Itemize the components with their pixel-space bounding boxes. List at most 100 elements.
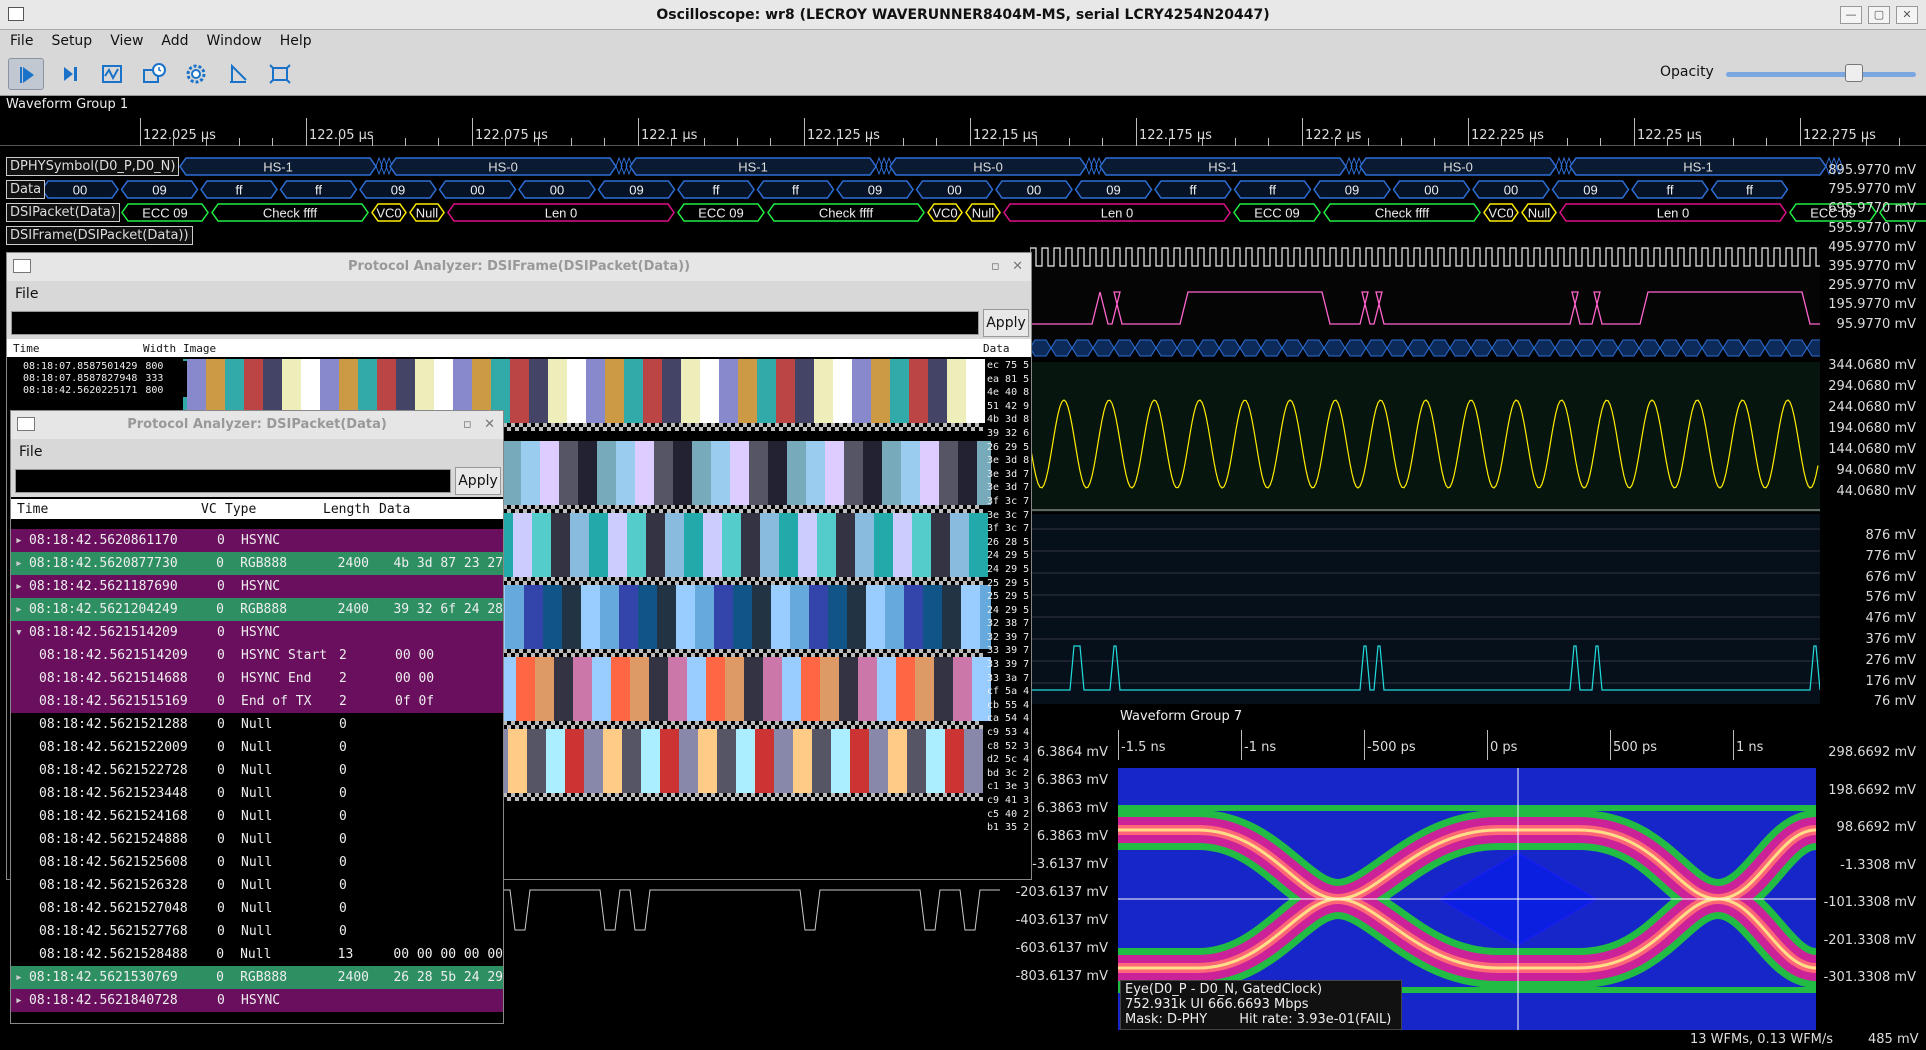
packet-filter-input[interactable] <box>15 469 451 493</box>
table-row[interactable]: 08:18:42.5621524168 0 Null 0 <box>11 805 503 828</box>
frame-table-header: Time Width Image Data <box>7 339 1031 357</box>
table-row[interactable]: 08:18:42.5621514688 0 HSYNC End 2 00 00 <box>11 667 503 690</box>
table-row[interactable]: 08:18:42.5621525608 0 Null 0 <box>11 851 503 874</box>
expand-toggle-icon[interactable]: ▾ <box>11 625 27 640</box>
frame-analyzer-menu-file[interactable]: File <box>7 281 1031 307</box>
table-row[interactable]: ▸ 08:18:42.5620861170 0 HSYNC <box>11 529 503 552</box>
packet-segment-label: Check ffff <box>819 206 874 221</box>
table-row[interactable]: 08:18:42.5621522728 0 Null 0 <box>11 759 503 782</box>
channel-label-dphysymbol[interactable]: DPHYSymbol(D0_P,D0_N) <box>6 157 180 176</box>
frame-filter-input[interactable] <box>11 311 979 335</box>
checker <box>575 577 579 581</box>
checker <box>735 649 739 653</box>
checker <box>899 581 903 585</box>
table-row[interactable]: ▸ 08:18:42.5621204249 0 RGB888 2400 39 32 6f … <box>11 598 503 621</box>
data-byte-label: 00 <box>1424 183 1438 198</box>
image-stripe <box>733 585 752 649</box>
single-trigger-button[interactable] <box>52 58 88 90</box>
menu-view[interactable]: View <box>110 30 143 52</box>
table-row[interactable]: ▸ 08:18:42.5621840728 0 HSYNC <box>11 989 503 1012</box>
checker <box>975 423 979 427</box>
table-row[interactable]: ▸ 08:18:42.5621530769 0 RGB888 2400 26 28 5b … <box>11 966 503 989</box>
maximize-icon[interactable]: ▫ <box>463 417 472 432</box>
col-type[interactable]: Type <box>225 502 323 517</box>
col-data[interactable]: Data <box>379 502 410 517</box>
lower-waveform-area[interactable] <box>500 870 1000 940</box>
expand-toggle-icon[interactable]: ▸ <box>11 970 27 985</box>
fullscreen-button[interactable] <box>262 58 298 90</box>
measure-button[interactable] <box>220 58 256 90</box>
table-row[interactable]: 08:18:42.5621514209 0 HSYNC Start 2 00 00 <box>11 644 503 667</box>
expand-toggle-icon[interactable]: ▸ <box>11 533 27 548</box>
close-button[interactable]: ✕ <box>1896 6 1918 24</box>
table-row[interactable]: 08:18:42.5621524888 0 Null 0 <box>11 828 503 851</box>
table-row[interactable]: 08:18:42.5621521288 0 Null 0 <box>11 713 503 736</box>
checker <box>951 423 955 427</box>
close-icon[interactable]: ✕ <box>1012 259 1023 274</box>
table-row[interactable]: 08:18:42.5621523448 0 Null 0 <box>11 782 503 805</box>
row-data: 39 32 6f 24 28 <box>393 602 503 617</box>
packet-table-body[interactable]: ▸ 08:18:42.5620861170 0 HSYNC ▸ 08:18:42.5620… <box>11 529 503 1012</box>
opacity-slider-thumb[interactable] <box>1845 64 1863 82</box>
col-image[interactable]: Image <box>183 342 983 355</box>
packet-analyzer-menu-file[interactable]: File <box>11 439 503 465</box>
checker <box>575 793 579 797</box>
col-vc[interactable]: VC <box>201 502 225 517</box>
packet-apply-button[interactable]: Apply <box>455 467 501 495</box>
table-row[interactable]: 08:18:42.5621522009 0 Null 0 <box>11 736 503 759</box>
expand-toggle-icon[interactable]: ▸ <box>11 556 27 571</box>
settings-button[interactable] <box>178 58 214 90</box>
menu-add[interactable]: Add <box>161 30 188 52</box>
table-row[interactable]: ▸ 08:18:42.5621187690 0 HSYNC <box>11 575 503 598</box>
channel-label-data[interactable]: Data <box>6 180 46 199</box>
expand-toggle-icon[interactable]: ▸ <box>11 602 27 617</box>
menu-setup[interactable]: Setup <box>51 30 92 52</box>
menu-file[interactable]: File <box>10 30 33 52</box>
maximize-icon[interactable]: ▫ <box>991 259 1000 274</box>
table-row[interactable]: 08:18:42.5621528488 0 Null 13 00 00 00 00 00 <box>11 943 503 966</box>
packet-analyzer-titlebar[interactable]: Protocol Analyzer: DSIPacket(Data) ▫ ✕ <box>11 411 503 439</box>
table-row[interactable]: 08:18:42.5620225171 800 <box>7 385 187 397</box>
close-icon[interactable]: ✕ <box>484 417 495 432</box>
opacity-slider[interactable] <box>1726 72 1916 77</box>
row-type: Null <box>241 763 273 778</box>
checker <box>963 427 967 431</box>
table-row[interactable]: 08:18:07.8587827948 333 <box>7 373 187 385</box>
col-data[interactable]: Data <box>983 342 1010 355</box>
table-row[interactable]: ▾ 08:18:42.5621514209 0 HSYNC <box>11 621 503 644</box>
frame-analyzer-titlebar[interactable]: Protocol Analyzer: DSIFrame(DSIPacket(Da… <box>7 253 1031 281</box>
table-row[interactable]: 08:18:42.5621515169 0 End of TX 2 0f 0f <box>11 690 503 713</box>
waveform-button[interactable] <box>94 58 130 90</box>
play-button[interactable] <box>8 58 44 90</box>
table-row[interactable]: 08:18:42.5621526328 0 Null 0 <box>11 874 503 897</box>
history-button[interactable] <box>136 58 172 90</box>
eye-timeline-ruler[interactable]: -1.5 ns -1 ns -500 ps 0 ps 500 ps 1 ns <box>1116 730 1816 760</box>
checker <box>583 721 587 725</box>
expand-toggle-icon[interactable]: ▸ <box>11 993 27 1008</box>
channel-label-dsipacket[interactable]: DSIPacket(Data) <box>6 203 120 222</box>
col-width[interactable]: Width <box>143 342 183 355</box>
maximize-button[interactable]: ▢ <box>1868 6 1890 24</box>
minimize-button[interactable]: — <box>1840 6 1862 24</box>
timeline-ruler[interactable]: 122.025 µs 122.05 µs 122.075 µs 122.1 µs 122… <box>0 114 1926 146</box>
frame-data-cell: 4e 40 8 <box>987 387 1030 399</box>
waveform-area[interactable] <box>1030 244 1820 704</box>
table-row[interactable]: 08:18:42.5621527768 0 Null 0 <box>11 920 503 943</box>
col-time[interactable]: Time <box>11 502 201 517</box>
row-time: 08:18:42.5621514209 <box>29 625 178 640</box>
channel-label-dsiframe[interactable]: DSIFrame(DSIPacket(Data)) <box>6 226 193 245</box>
table-row[interactable]: 08:18:42.5621527048 0 Null 0 <box>11 897 503 920</box>
table-row[interactable]: 08:18:07.8587501429 800 <box>7 361 187 373</box>
menu-window[interactable]: Window <box>207 30 262 52</box>
checker <box>715 653 719 657</box>
checker <box>555 581 559 585</box>
menu-help[interactable]: Help <box>280 30 312 52</box>
col-length[interactable]: Length <box>323 502 379 517</box>
checker <box>727 505 731 509</box>
expand-toggle-icon[interactable]: ▸ <box>11 579 27 594</box>
col-time[interactable]: Time <box>7 342 143 355</box>
frame-apply-button[interactable]: Apply <box>983 309 1029 337</box>
packet-analyzer-window[interactable]: Protocol Analyzer: DSIPacket(Data) ▫ ✕ F… <box>10 410 504 1024</box>
table-row[interactable]: ▸ 08:18:42.5620877730 0 RGB888 2400 4b 3d 87 … <box>11 552 503 575</box>
blue-bus-cell <box>1596 339 1619 357</box>
